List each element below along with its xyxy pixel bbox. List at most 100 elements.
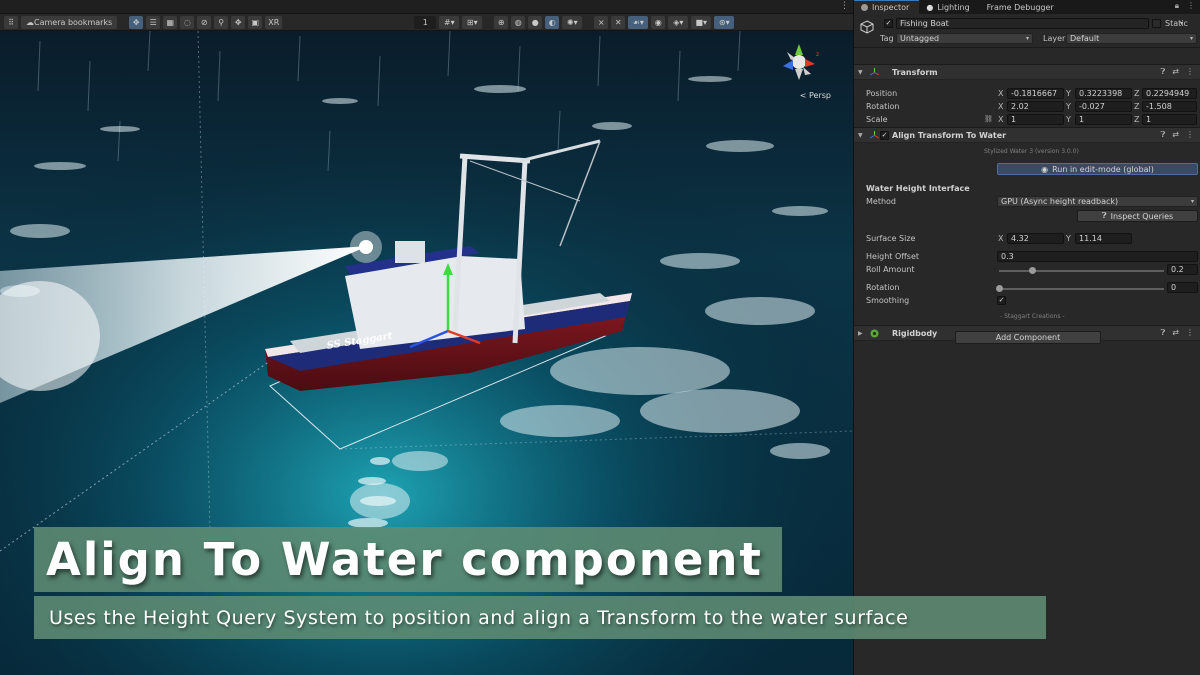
shaded-wire-icon[interactable]: ◍	[511, 15, 526, 29]
position-y-field[interactable]: 0.3223398	[1075, 88, 1132, 99]
height-offset-label: Height Offset	[866, 252, 920, 261]
audio-mute-icon[interactable]: ⨯	[594, 15, 609, 29]
foldout-arrow-icon[interactable]: ▶	[858, 330, 863, 337]
component-menu-icon[interactable]: ⋮	[1186, 130, 1194, 140]
scale-z-field[interactable]: 1	[1142, 114, 1197, 125]
lighting-toggle-icon[interactable]: ✺▾	[562, 15, 583, 29]
transform-icon[interactable]: ✥	[231, 15, 246, 29]
tag-dropdown[interactable]: Untagged ▾	[896, 33, 1033, 44]
visibility-icon[interactable]: ◉	[651, 15, 666, 29]
align-body: Stylized Water 3 (version 3.0.0) ◉ Run in…	[854, 143, 1200, 323]
link-icon[interactable]: ⛓︎	[984, 115, 993, 123]
position-z-field[interactable]: 0.2294949	[1142, 88, 1197, 99]
gizmos-icon[interactable]: ⊛▾	[714, 15, 735, 29]
method-label: Method	[866, 197, 897, 206]
more-options-icon[interactable]: ⋮	[1187, 1, 1195, 11]
scene-view[interactable]: ⋮ ⠿ ☁ Camera bookmarks ✥ ☰ ▦ ◌ ⊘ ⚲ ✥ ▣ X…	[0, 0, 853, 675]
component-menu-icon[interactable]: ⋮	[1186, 328, 1194, 338]
eye-icon: ◉	[1041, 164, 1049, 174]
rotation-slider-knob[interactable]	[995, 285, 1003, 292]
object-name-field[interactable]: Fishing Boat	[896, 18, 1149, 29]
surface-size-x-field[interactable]: 4.32	[1007, 233, 1064, 244]
info-icon	[861, 4, 868, 11]
layer-dropdown[interactable]: Default ▾	[1066, 33, 1197, 44]
chevron-down-icon: ▾	[1025, 35, 1029, 42]
tab-lighting[interactable]: ● Lighting	[919, 0, 979, 14]
shaded-icon[interactable]: ●	[528, 15, 543, 29]
scene-toolbar: ⠿ ☁ Camera bookmarks ✥ ☰ ▦ ◌ ⊘ ⚲ ✥ ▣ XR …	[0, 14, 853, 31]
object-header: ✓ Fishing Boat Static ▾ Tag Untagged ▾ La…	[854, 14, 1200, 48]
add-component-button[interactable]: Add Component	[955, 331, 1101, 344]
render-mode-icon[interactable]: ◐	[545, 15, 560, 29]
roll-amount-label: Roll Amount	[866, 265, 915, 274]
static-checkbox[interactable]	[1152, 19, 1161, 28]
lock-icon[interactable]: 🔒︎	[1175, 1, 1179, 11]
rotation-field[interactable]: 0	[1167, 282, 1198, 293]
surface-size-y-field[interactable]: 11.14	[1075, 233, 1132, 244]
help-icon[interactable]: ❓︎	[1160, 328, 1165, 338]
scale-y-field[interactable]: 1	[1075, 114, 1132, 125]
preset-icon[interactable]: ⇄	[1172, 130, 1179, 140]
transform-title: Transform	[892, 67, 938, 77]
rotation-x-field[interactable]: 2.02	[1007, 101, 1064, 112]
rect-tool-icon[interactable]: ☰	[146, 15, 161, 29]
rotation-slider-track[interactable]	[999, 288, 1164, 290]
rotate-icon[interactable]: ◌	[180, 15, 195, 29]
tool-handle-icon[interactable]: ⠿	[4, 15, 18, 29]
grid-toggle-icon[interactable]: #▾	[439, 15, 460, 29]
static-dropdown[interactable]: ▾	[1166, 18, 1186, 29]
surface-size-label: Surface Size	[866, 234, 916, 243]
more-options-icon[interactable]: ⋮	[840, 1, 849, 11]
move-tool-icon[interactable]: ✥	[129, 15, 144, 29]
title-banner: Align To Water component	[34, 527, 782, 592]
tab-frame-debugger[interactable]: Frame Debugger	[980, 0, 1064, 14]
transform-body: Position X -0.1816667 Y 0.3223398 Z 0.22…	[854, 80, 1200, 125]
grid-count-field[interactable]: 1	[414, 15, 437, 29]
grid-snap-icon[interactable]: ▦	[163, 15, 178, 29]
search-icon[interactable]: ⚲	[214, 15, 229, 29]
transform-header[interactable]: ▼ Transform ❓︎ ⇄ ⋮	[854, 64, 1200, 80]
transform-icon	[870, 67, 879, 75]
roll-amount-slider-track[interactable]	[999, 270, 1164, 272]
rotation-y-field[interactable]: -0.027	[1075, 101, 1132, 112]
foldout-arrow-icon[interactable]: ▼	[858, 69, 863, 76]
snap-settings-icon[interactable]: ⊞▾	[462, 15, 483, 29]
rotation-z-field[interactable]: -1.508	[1142, 101, 1197, 112]
roll-amount-slider-knob[interactable]	[1028, 267, 1036, 274]
camera-icon: ☁	[26, 17, 34, 27]
help-icon[interactable]: ❓︎	[1160, 67, 1165, 77]
inspector-panel: Inspector ● Lighting Frame Debugger 🔒︎ ⋮…	[853, 0, 1200, 675]
wireframe-icon[interactable]: ⊕	[494, 15, 509, 29]
align-enabled-checkbox[interactable]: ✓	[880, 131, 889, 140]
gameobject-cube-icon	[860, 20, 874, 34]
camera-settings-icon[interactable]: ■▾	[691, 15, 712, 29]
camera-bookmarks-button[interactable]: ☁ Camera bookmarks	[21, 15, 118, 29]
method-dropdown[interactable]: GPU (Async height readback) ▾	[997, 196, 1198, 207]
foldout-arrow-icon[interactable]: ▼	[858, 132, 863, 139]
scale-x-field[interactable]: 1	[1007, 114, 1064, 125]
inspect-queries-button[interactable]: ❓︎ Inspect Queries	[1077, 210, 1198, 222]
preset-icon[interactable]: ⇄	[1172, 67, 1179, 77]
height-offset-field[interactable]: 0.3	[997, 251, 1198, 262]
water-height-section-label: Water Height Interface	[866, 184, 970, 193]
roll-amount-field[interactable]: 0.2	[1167, 264, 1198, 275]
effects-icon[interactable]: ☙▾	[628, 15, 649, 29]
preset-icon[interactable]: ⇄	[1172, 328, 1179, 338]
object-active-checkbox[interactable]: ✓	[884, 19, 893, 28]
rigidbody-icon	[870, 329, 879, 337]
title-text: Align To Water component	[46, 533, 763, 586]
persp-label[interactable]: < Persp	[800, 91, 831, 100]
run-edit-mode-button[interactable]: ◉ Run in edit-mode (global)	[997, 163, 1198, 175]
layers-icon[interactable]: ◈▾	[668, 15, 689, 29]
component-menu-icon[interactable]: ⋮	[1186, 67, 1194, 77]
tab-inspector[interactable]: Inspector	[854, 0, 920, 14]
fx-toggle-icon[interactable]: ✕	[611, 15, 626, 29]
position-x-field[interactable]: -0.1816667	[1007, 88, 1064, 99]
transform-icon	[870, 130, 879, 138]
help-icon[interactable]: ❓︎	[1160, 130, 1165, 140]
scale-icon[interactable]: ⊘	[197, 15, 212, 29]
align-component-header[interactable]: ▼ ✓ Align Transform To Water ❓︎ ⇄ ⋮	[854, 127, 1200, 143]
smoothing-checkbox[interactable]: ✓	[997, 296, 1006, 305]
xr-button[interactable]: XR	[265, 15, 283, 29]
pivot-icon[interactable]: ▣	[248, 15, 263, 29]
